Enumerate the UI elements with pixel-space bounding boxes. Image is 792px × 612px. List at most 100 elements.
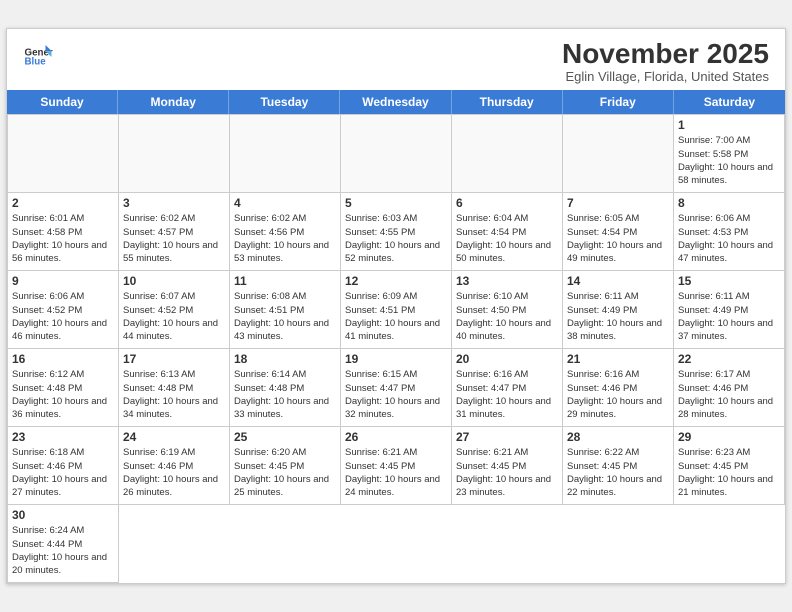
calendar-container: General Blue November 2025 Eglin Village… bbox=[6, 28, 786, 585]
calendar-cell bbox=[119, 115, 230, 193]
day-number: 22 bbox=[678, 352, 780, 366]
day-number: 24 bbox=[123, 430, 225, 444]
day-number: 1 bbox=[678, 118, 780, 132]
day-number: 12 bbox=[345, 274, 447, 288]
calendar-cell: 13 Sunrise: 6:10 AMSunset: 4:50 PMDayligh… bbox=[452, 271, 563, 349]
day-number: 5 bbox=[345, 196, 447, 210]
cell-info: Sunrise: 6:19 AMSunset: 4:46 PMDaylight:… bbox=[123, 446, 225, 499]
day-number: 13 bbox=[456, 274, 558, 288]
day-number: 16 bbox=[12, 352, 114, 366]
cell-info: Sunrise: 6:07 AMSunset: 4:52 PMDaylight:… bbox=[123, 290, 225, 343]
calendar-cell: 19 Sunrise: 6:15 AMSunset: 4:47 PMDayligh… bbox=[341, 349, 452, 427]
cell-info: Sunrise: 6:18 AMSunset: 4:46 PMDaylight:… bbox=[12, 446, 114, 499]
cell-info: Sunrise: 6:17 AMSunset: 4:46 PMDaylight:… bbox=[678, 368, 780, 421]
title-block: November 2025 Eglin Village, Florida, Un… bbox=[562, 39, 769, 85]
day-number: 6 bbox=[456, 196, 558, 210]
day-number: 3 bbox=[123, 196, 225, 210]
calendar-cell: 30Sunrise: 6:24 AMSunset: 4:44 PMDayligh… bbox=[8, 505, 119, 583]
calendar-cell: 29 Sunrise: 6:23 AMSunset: 4:45 PMDayligh… bbox=[674, 427, 785, 505]
day-headers: Sunday Monday Tuesday Wednesday Thursday… bbox=[7, 90, 785, 114]
calendar-cell: 16 Sunrise: 6:12 AMSunset: 4:48 PMDayligh… bbox=[8, 349, 119, 427]
calendar-cell: 3 Sunrise: 6:02 AMSunset: 4:57 PMDaylight… bbox=[119, 193, 230, 271]
header-sunday: Sunday bbox=[7, 90, 118, 114]
day-number: 8 bbox=[678, 196, 780, 210]
calendar-header: General Blue November 2025 Eglin Village… bbox=[7, 29, 785, 91]
calendar-cell bbox=[341, 115, 452, 193]
cell-info: Sunrise: 6:16 AMSunset: 4:47 PMDaylight:… bbox=[456, 368, 558, 421]
calendar-cell: 18 Sunrise: 6:14 AMSunset: 4:48 PMDayligh… bbox=[230, 349, 341, 427]
day-number: 30 bbox=[12, 508, 114, 522]
cell-info: Sunrise: 6:21 AMSunset: 4:45 PMDaylight:… bbox=[345, 446, 447, 499]
cell-info: Sunrise: 7:00 AMSunset: 5:58 PMDaylight:… bbox=[678, 134, 780, 187]
calendar-cell: 9Sunrise: 6:06 AMSunset: 4:52 PMDaylight… bbox=[8, 271, 119, 349]
calendar-cell: 17 Sunrise: 6:13 AMSunset: 4:48 PMDayligh… bbox=[119, 349, 230, 427]
day-number: 20 bbox=[456, 352, 558, 366]
day-number: 17 bbox=[123, 352, 225, 366]
cell-info: Sunrise: 6:06 AMSunset: 4:53 PMDaylight:… bbox=[678, 212, 780, 265]
cell-info: Sunrise: 6:02 AMSunset: 4:56 PMDaylight:… bbox=[234, 212, 336, 265]
cell-info: Sunrise: 6:10 AMSunset: 4:50 PMDaylight:… bbox=[456, 290, 558, 343]
day-number: 25 bbox=[234, 430, 336, 444]
calendar-cell: 28 Sunrise: 6:22 AMSunset: 4:45 PMDayligh… bbox=[563, 427, 674, 505]
calendar-cell bbox=[452, 115, 563, 193]
cell-info: Sunrise: 6:08 AMSunset: 4:51 PMDaylight:… bbox=[234, 290, 336, 343]
calendar-cell: 6Sunrise: 6:04 AMSunset: 4:54 PMDaylight… bbox=[452, 193, 563, 271]
day-number: 14 bbox=[567, 274, 669, 288]
calendar-cell: 10 Sunrise: 6:07 AMSunset: 4:52 PMDayligh… bbox=[119, 271, 230, 349]
calendar-cell: 7 Sunrise: 6:05 AMSunset: 4:54 PMDaylight… bbox=[563, 193, 674, 271]
day-number: 18 bbox=[234, 352, 336, 366]
calendar-cell: 21 Sunrise: 6:16 AMSunset: 4:46 PMDayligh… bbox=[563, 349, 674, 427]
calendar-cell: 2Sunrise: 6:01 AMSunset: 4:58 PMDaylight… bbox=[8, 193, 119, 271]
header-monday: Monday bbox=[118, 90, 229, 114]
header-tuesday: Tuesday bbox=[229, 90, 340, 114]
day-number: 4 bbox=[234, 196, 336, 210]
logo-icon: General Blue bbox=[23, 39, 53, 69]
cell-info: Sunrise: 6:16 AMSunset: 4:46 PMDaylight:… bbox=[567, 368, 669, 421]
day-number: 28 bbox=[567, 430, 669, 444]
day-number: 19 bbox=[345, 352, 447, 366]
calendar-cell: 1 Sunrise: 7:00 AMSunset: 5:58 PMDaylight… bbox=[674, 115, 785, 193]
calendar-cell: 20 Sunrise: 6:16 AMSunset: 4:47 PMDayligh… bbox=[452, 349, 563, 427]
calendar-cell: 11 Sunrise: 6:08 AMSunset: 4:51 PMDayligh… bbox=[230, 271, 341, 349]
day-number: 7 bbox=[567, 196, 669, 210]
cell-info: Sunrise: 6:14 AMSunset: 4:48 PMDaylight:… bbox=[234, 368, 336, 421]
calendar-subtitle: Eglin Village, Florida, United States bbox=[562, 69, 769, 84]
cell-info: Sunrise: 6:15 AMSunset: 4:47 PMDaylight:… bbox=[345, 368, 447, 421]
calendar-grid: 1 Sunrise: 7:00 AMSunset: 5:58 PMDaylight… bbox=[7, 114, 785, 583]
day-number: 15 bbox=[678, 274, 780, 288]
calendar-cell bbox=[563, 115, 674, 193]
svg-text:Blue: Blue bbox=[25, 56, 47, 67]
calendar-cell: 4 Sunrise: 6:02 AMSunset: 4:56 PMDaylight… bbox=[230, 193, 341, 271]
cell-info: Sunrise: 6:13 AMSunset: 4:48 PMDaylight:… bbox=[123, 368, 225, 421]
header-wednesday: Wednesday bbox=[340, 90, 451, 114]
header-friday: Friday bbox=[563, 90, 674, 114]
cell-info: Sunrise: 6:12 AMSunset: 4:48 PMDaylight:… bbox=[12, 368, 114, 421]
cell-info: Sunrise: 6:05 AMSunset: 4:54 PMDaylight:… bbox=[567, 212, 669, 265]
calendar-cell: 5 Sunrise: 6:03 AMSunset: 4:55 PMDaylight… bbox=[341, 193, 452, 271]
calendar-cell: 23 Sunrise: 6:18 AMSunset: 4:46 PMDayligh… bbox=[8, 427, 119, 505]
cell-info: Sunrise: 6:11 AMSunset: 4:49 PMDaylight:… bbox=[678, 290, 780, 343]
header-thursday: Thursday bbox=[452, 90, 563, 114]
cell-info: Sunrise: 6:02 AMSunset: 4:57 PMDaylight:… bbox=[123, 212, 225, 265]
calendar-cell: 24 Sunrise: 6:19 AMSunset: 4:46 PMDayligh… bbox=[119, 427, 230, 505]
cell-info: Sunrise: 6:23 AMSunset: 4:45 PMDaylight:… bbox=[678, 446, 780, 499]
day-number: 11 bbox=[234, 274, 336, 288]
day-number: 27 bbox=[456, 430, 558, 444]
cell-info: Sunrise: 6:09 AMSunset: 4:51 PMDaylight:… bbox=[345, 290, 447, 343]
calendar-cell: 14 Sunrise: 6:11 AMSunset: 4:49 PMDayligh… bbox=[563, 271, 674, 349]
cell-info: Sunrise: 6:22 AMSunset: 4:45 PMDaylight:… bbox=[567, 446, 669, 499]
cell-info: Sunrise: 6:03 AMSunset: 4:55 PMDaylight:… bbox=[345, 212, 447, 265]
day-number: 23 bbox=[12, 430, 114, 444]
cell-info: Sunrise: 6:20 AMSunset: 4:45 PMDaylight:… bbox=[234, 446, 336, 499]
day-number: 21 bbox=[567, 352, 669, 366]
cell-info: Sunrise: 6:11 AMSunset: 4:49 PMDaylight:… bbox=[567, 290, 669, 343]
cell-info: Sunrise: 6:21 AMSunset: 4:45 PMDaylight:… bbox=[456, 446, 558, 499]
day-number: 26 bbox=[345, 430, 447, 444]
calendar-cell: 15 Sunrise: 6:11 AMSunset: 4:49 PMDayligh… bbox=[674, 271, 785, 349]
calendar-cell: 25 Sunrise: 6:20 AMSunset: 4:45 PMDayligh… bbox=[230, 427, 341, 505]
calendar-cell: 12 Sunrise: 6:09 AMSunset: 4:51 PMDayligh… bbox=[341, 271, 452, 349]
day-number: 29 bbox=[678, 430, 780, 444]
day-number: 10 bbox=[123, 274, 225, 288]
calendar-cell bbox=[230, 115, 341, 193]
day-number: 2 bbox=[12, 196, 114, 210]
